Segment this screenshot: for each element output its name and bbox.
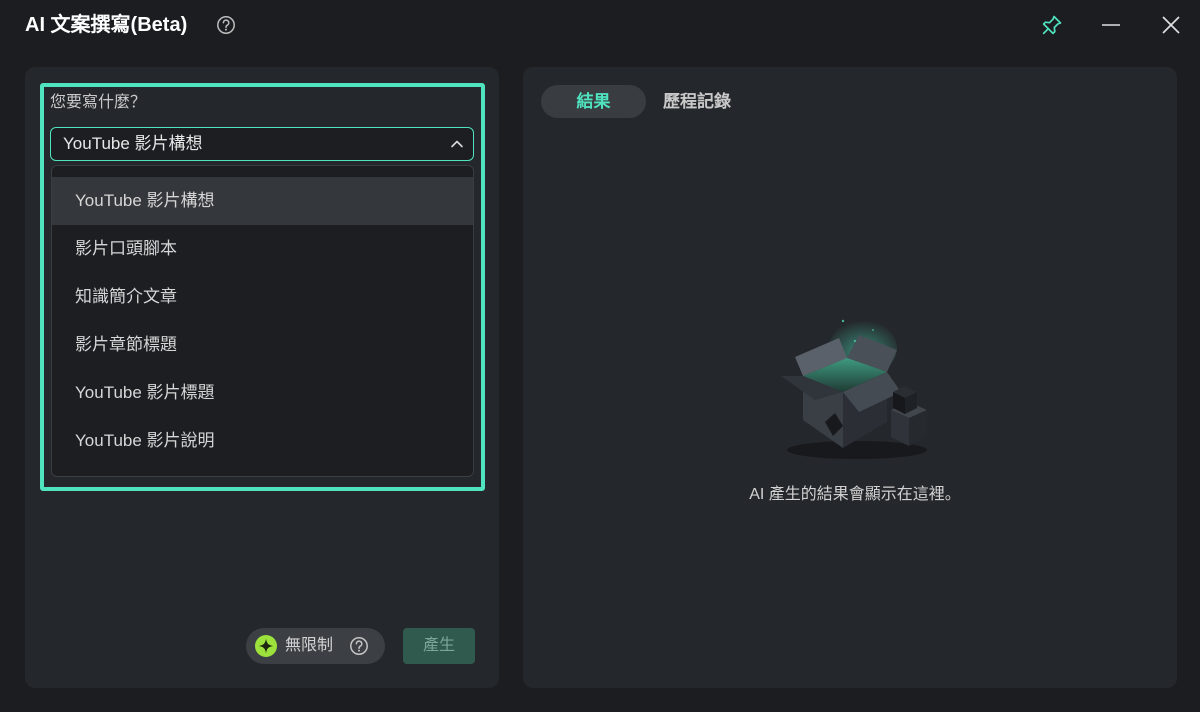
tab-history[interactable]: 歷程記錄 xyxy=(663,85,731,118)
option-youtube-video-description[interactable]: YouTube 影片說明 xyxy=(52,417,473,465)
empty-results-message: AI 產生的結果會顯示在這裡。 xyxy=(749,486,961,503)
type-selector-highlight: 您要寫什麼？ YouTube 影片構想 YouTube 影片構想 影片口頭腳本 … xyxy=(40,83,485,491)
option-youtube-video-title[interactable]: YouTube 影片標題 xyxy=(52,369,473,417)
copywriting-form-panel: 您要寫什麼？ YouTube 影片構想 YouTube 影片構想 影片口頭腳本 … xyxy=(25,67,499,688)
help-circle-icon[interactable] xyxy=(349,636,369,656)
tab-results[interactable]: 結果 xyxy=(541,85,646,118)
help-circle-icon[interactable] xyxy=(216,15,236,35)
close-icon[interactable] xyxy=(1159,13,1183,37)
sparkle-credit-icon xyxy=(255,635,277,657)
option-youtube-video-ideas[interactable]: YouTube 影片構想 xyxy=(52,177,473,225)
quota-badge: 無限制 xyxy=(246,628,385,664)
results-panel: 結果 歷程記錄 AI 產生的結果會顯示在這裡。 xyxy=(523,67,1177,688)
content-type-options: YouTube 影片構想 影片口頭腳本 知識簡介文章 影片章節標題 YouTub… xyxy=(51,165,474,477)
option-video-script[interactable]: 影片口頭腳本 xyxy=(52,225,473,273)
generate-button[interactable]: 產生 xyxy=(403,628,475,664)
window-title: AI 文案撰寫(Beta) xyxy=(25,14,188,36)
small-black-cube xyxy=(893,386,917,414)
open-box-icon xyxy=(781,319,927,459)
prompt-label: 您要寫什麼？ xyxy=(50,94,147,111)
option-knowledge-article[interactable]: 知識簡介文章 xyxy=(52,273,473,321)
chevron-up-icon xyxy=(449,136,465,152)
minimize-icon[interactable] xyxy=(1099,13,1123,37)
select-value: YouTube 影片構想 xyxy=(63,134,203,153)
pin-icon[interactable] xyxy=(1040,13,1064,37)
content-type-select[interactable]: YouTube 影片構想 xyxy=(50,127,474,161)
quota-label: 無限制 xyxy=(285,637,334,654)
option-video-chapter-titles[interactable]: 影片章節標題 xyxy=(52,321,473,369)
